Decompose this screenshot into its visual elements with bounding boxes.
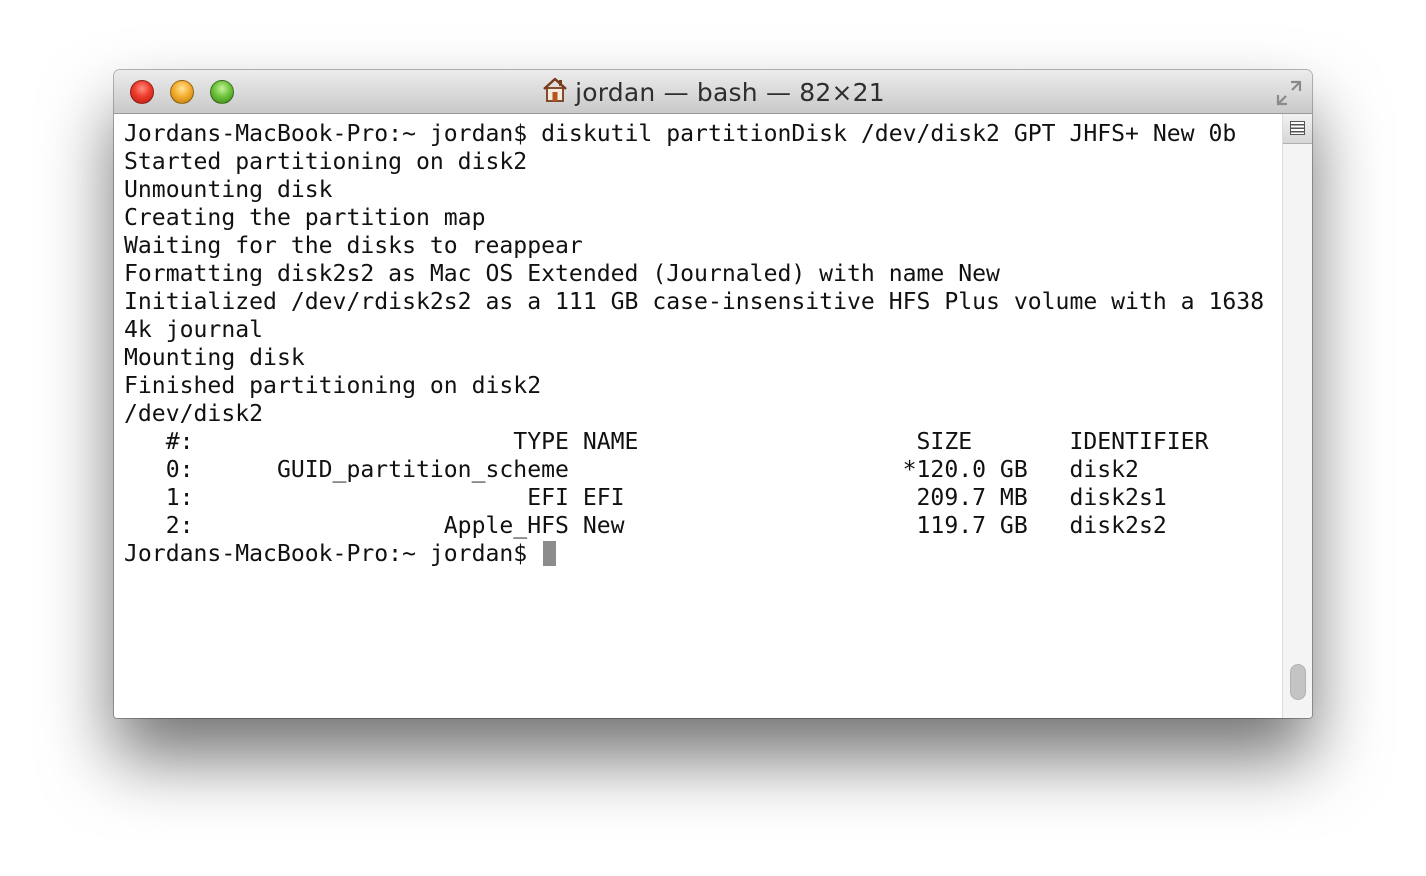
home-icon xyxy=(541,75,569,108)
partition-table-header: #: TYPE NAME SIZE IDENTIFIER xyxy=(124,429,1209,455)
terminal-line: Started partitioning on disk2 xyxy=(124,149,528,175)
shell-prompt: Jordans-MacBook-Pro:~ jordan$ xyxy=(124,541,542,567)
window-title-group: jordan — bash — 82×21 xyxy=(114,70,1312,114)
partition-row: 2: Apple_HFS New 119.7 GB disk2s2 xyxy=(124,513,1167,539)
terminal-line: Creating the partition map xyxy=(124,205,486,231)
text-cursor xyxy=(543,541,557,566)
terminal-line: Jordans-MacBook-Pro:~ jordan$ diskutil p… xyxy=(124,121,1237,147)
scroll-thumb[interactable] xyxy=(1290,664,1306,700)
terminal-output[interactable]: Jordans-MacBook-Pro:~ jordan$ diskutil p… xyxy=(114,114,1282,718)
terminal-line: 4k journal xyxy=(124,317,264,343)
terminal-line: Initialized /dev/rdisk2s2 as a 111 GB ca… xyxy=(124,289,1265,315)
fullscreen-icon[interactable] xyxy=(1274,78,1304,113)
partition-row: 0: GUID_partition_scheme *120.0 GB disk2 xyxy=(124,457,1139,483)
title-bar[interactable]: jordan — bash — 82×21 xyxy=(114,70,1312,114)
terminal-line: Mounting disk xyxy=(124,345,305,371)
window-title: jordan — bash — 82×21 xyxy=(575,77,885,107)
split-pane-button[interactable] xyxy=(1283,114,1312,144)
prompt-line[interactable]: Jordans-MacBook-Pro:~ jordan$ xyxy=(124,540,1264,568)
terminal-line: Finished partitioning on disk2 xyxy=(124,373,542,399)
terminal-window: jordan — bash — 82×21 Jordans-MacBook-Pr… xyxy=(114,70,1312,718)
terminal-line: Formatting disk2s2 as Mac OS Extended (J… xyxy=(124,261,1000,287)
terminal-line: Unmounting disk xyxy=(124,177,333,203)
partition-row: 1: EFI EFI 209.7 MB disk2s1 xyxy=(124,485,1167,511)
terminal-line: Waiting for the disks to reappear xyxy=(124,233,583,259)
terminal-text: Jordans-MacBook-Pro:~ jordan$ diskutil p… xyxy=(124,120,1264,568)
split-pane-icon xyxy=(1290,121,1305,135)
terminal-line: /dev/disk2 xyxy=(124,401,264,427)
vertical-scrollbar[interactable] xyxy=(1282,114,1312,718)
